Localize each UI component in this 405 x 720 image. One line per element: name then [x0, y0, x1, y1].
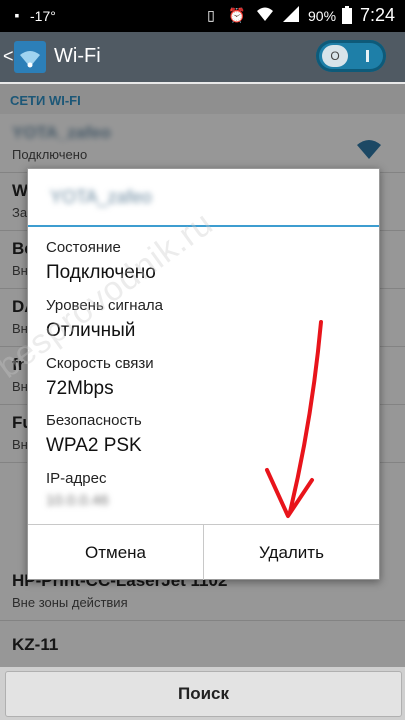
annotation-arrow-icon: [265, 320, 323, 518]
